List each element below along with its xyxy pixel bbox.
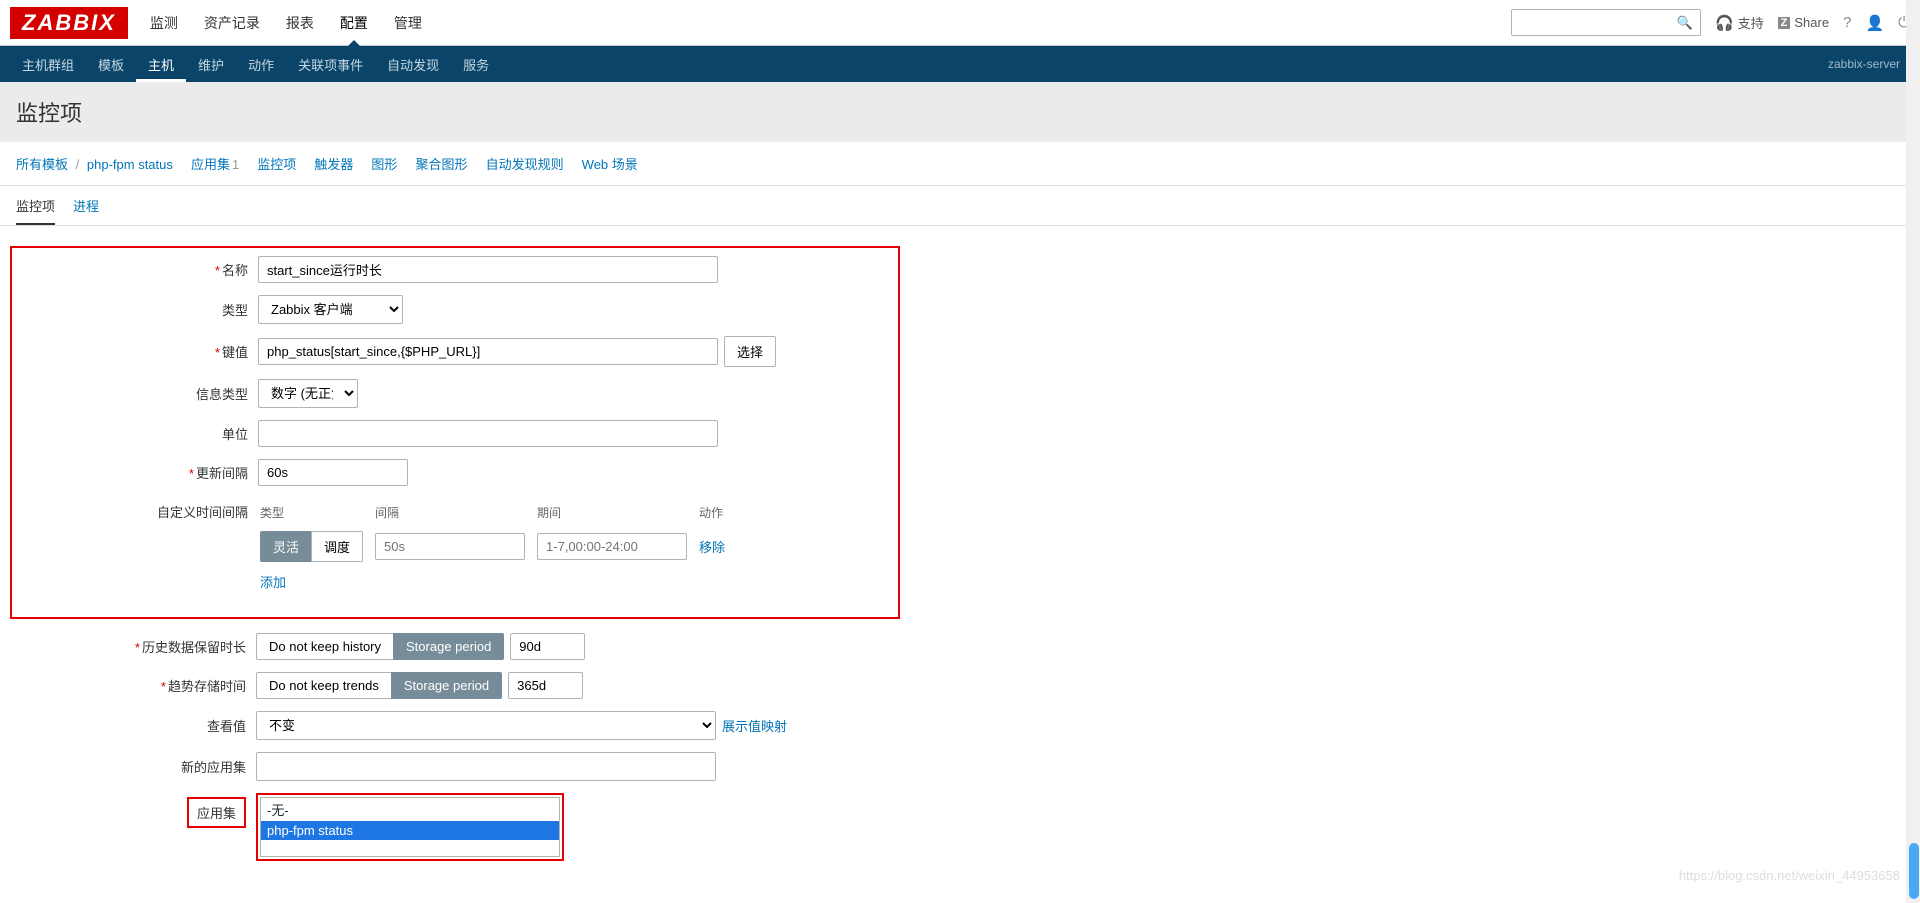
page-title: 监控项 — [0, 82, 1920, 142]
select-infotype[interactable]: 数字 (无正负) — [258, 379, 358, 408]
input-key[interactable] — [258, 338, 718, 365]
scroll-thumb[interactable] — [1909, 843, 1919, 899]
select-showvalue[interactable]: 不变 — [256, 711, 716, 740]
subnav-hostgroups[interactable]: 主机群组 — [10, 47, 86, 82]
subnav-actions[interactable]: 动作 — [236, 47, 286, 82]
input-name[interactable] — [258, 256, 718, 283]
ci-th-action: 动作 — [699, 500, 735, 525]
z-icon: Z — [1778, 17, 1791, 29]
trend-period-btn[interactable]: Storage period — [391, 672, 502, 699]
top-nav: ZABBIX 监测 资产记录 报表 配置 管理 🔍 🎧支持 ZShare ? 👤… — [0, 0, 1920, 46]
share-link[interactable]: ZShare — [1778, 15, 1829, 30]
select-type[interactable]: Zabbix 客户端 — [258, 295, 403, 324]
subnav-discovery[interactable]: 自动发现 — [375, 47, 451, 82]
trend-value-input[interactable] — [508, 672, 583, 699]
search-icon[interactable]: 🔍 — [1677, 15, 1693, 31]
bc-graphs[interactable]: 图形 — [371, 157, 397, 172]
highlight-main-fields: *名称 类型 Zabbix 客户端 *键值 选择 信息类型 数字 (无正负) 单… — [10, 246, 900, 619]
label-custom-interval: 自定义时间间隔 — [18, 498, 258, 521]
ci-th-type: 类型 — [260, 500, 373, 525]
history-period-btn[interactable]: Storage period — [393, 633, 504, 660]
menu-admin[interactable]: 管理 — [392, 1, 424, 45]
apps-listbox[interactable]: -无- php-fpm status — [260, 797, 560, 857]
help-icon[interactable]: ? — [1843, 14, 1851, 31]
button-select-key[interactable]: 选择 — [724, 336, 776, 367]
support-link[interactable]: 🎧支持 — [1715, 13, 1764, 32]
bc-all-templates[interactable]: 所有模板 — [16, 157, 68, 172]
ci-add-link[interactable]: 添加 — [260, 575, 286, 590]
subnav-maintenance[interactable]: 维护 — [186, 47, 236, 82]
menu-inventory[interactable]: 资产记录 — [202, 1, 262, 45]
menu-reports[interactable]: 报表 — [284, 1, 316, 45]
menu-monitor[interactable]: 监测 — [148, 1, 180, 45]
server-name: zabbix-server — [1828, 57, 1910, 71]
sub-nav: 主机群组 模板 主机 维护 动作 关联项事件 自动发现 服务 zabbix-se… — [0, 46, 1920, 82]
subnav-services[interactable]: 服务 — [451, 47, 501, 82]
bc-web[interactable]: Web 场景 — [582, 157, 638, 172]
watermark: https://blog.csdn.net/weixin_44953658 — [1679, 868, 1900, 883]
search-input[interactable] — [1511, 9, 1701, 36]
ci-type-toggle: 灵活 调度 — [260, 531, 363, 562]
label-trend: *趋势存储时间 — [16, 676, 256, 695]
ci-th-period: 期间 — [537, 500, 697, 525]
trend-nokeep-btn[interactable]: Do not keep trends — [256, 672, 392, 699]
bc-sep: / — [76, 157, 80, 172]
breadcrumb: 所有模板 / php-fpm status 应用集1 监控项 触发器 图形 聚合… — [0, 142, 1920, 186]
label-type: 类型 — [18, 300, 258, 319]
label-showvalue: 查看值 — [16, 716, 256, 735]
subnav-hosts[interactable]: 主机 — [136, 47, 186, 82]
label-units: 单位 — [18, 424, 258, 443]
show-valuemap-link[interactable]: 展示值映射 — [722, 716, 787, 735]
trend-toggle: Do not keep trends Storage period — [256, 672, 502, 699]
input-update-interval[interactable] — [258, 459, 408, 486]
highlight-apps: -无- php-fpm status — [256, 793, 564, 861]
search-wrap: 🔍 — [1511, 9, 1701, 36]
bc-items[interactable]: 监控项 — [257, 157, 296, 172]
top-right: 🔍 🎧支持 ZShare ? 👤 ⏻ — [1511, 9, 1910, 36]
scrollbar[interactable] — [1906, 0, 1920, 903]
headset-icon: 🎧 — [1715, 14, 1734, 32]
label-name: *名称 — [18, 260, 258, 279]
menu-config[interactable]: 配置 — [338, 1, 370, 45]
ci-th-interval: 间隔 — [375, 500, 535, 525]
tab-process[interactable]: 进程 — [73, 196, 99, 225]
ci-remove-link[interactable]: 移除 — [699, 540, 725, 555]
history-value-input[interactable] — [510, 633, 585, 660]
input-newapp[interactable] — [256, 752, 716, 781]
ci-scheduling-btn[interactable]: 调度 — [311, 531, 363, 562]
subnav-templates[interactable]: 模板 — [86, 47, 136, 82]
user-icon[interactable]: 👤 — [1865, 14, 1884, 32]
label-history: *历史数据保留时长 — [16, 637, 256, 656]
bc-triggers[interactable]: 触发器 — [314, 157, 353, 172]
input-units[interactable] — [258, 420, 718, 447]
label-newapp: 新的应用集 — [16, 757, 256, 776]
bc-apps[interactable]: 应用集 — [191, 157, 230, 172]
tab-item[interactable]: 监控项 — [16, 196, 55, 225]
history-nokeep-btn[interactable]: Do not keep history — [256, 633, 394, 660]
ci-period-input[interactable] — [537, 533, 687, 560]
bc-screens[interactable]: 聚合图形 — [416, 157, 468, 172]
label-key: *键值 — [18, 342, 258, 361]
main-menu: 监测 资产记录 报表 配置 管理 — [148, 1, 424, 45]
app-option-phpfpm[interactable]: php-fpm status — [261, 821, 559, 840]
ci-flexible-btn[interactable]: 灵活 — [260, 531, 312, 562]
subnav-correlation[interactable]: 关联项事件 — [286, 47, 375, 82]
tabs: 监控项 进程 — [0, 186, 1920, 226]
ci-interval-input[interactable] — [375, 533, 525, 560]
bc-template[interactable]: php-fpm status — [87, 157, 173, 172]
bc-discovery[interactable]: 自动发现规则 — [486, 157, 564, 172]
label-update-interval: *更新间隔 — [18, 463, 258, 482]
logo[interactable]: ZABBIX — [10, 7, 128, 39]
app-option-none[interactable]: -无- — [261, 798, 559, 821]
history-toggle: Do not keep history Storage period — [256, 633, 504, 660]
form-area: *名称 类型 Zabbix 客户端 *键值 选择 信息类型 数字 (无正负) 单… — [0, 226, 1920, 893]
label-apps: 应用集 — [16, 793, 256, 828]
bc-apps-count: 1 — [232, 157, 239, 172]
label-infotype: 信息类型 — [18, 384, 258, 403]
